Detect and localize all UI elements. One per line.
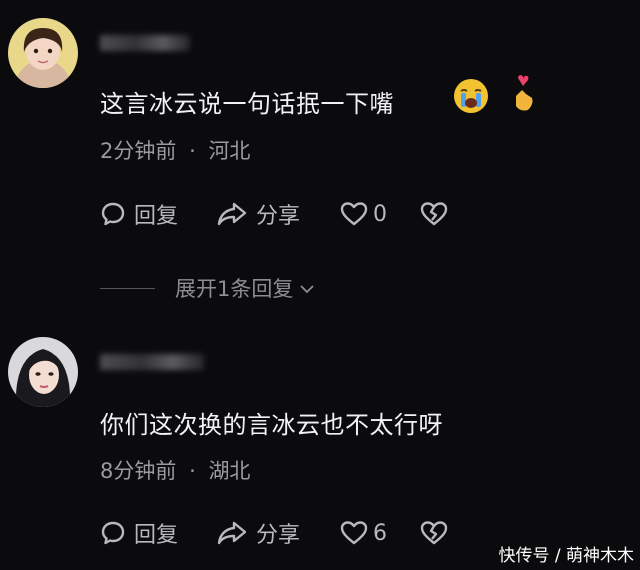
share-arrow-icon	[216, 520, 248, 546]
share-button[interactable]: 分享	[216, 518, 300, 548]
share-label: 分享	[256, 523, 301, 548]
comment-time: 2分钟前	[100, 139, 177, 163]
share-button[interactable]: 分享	[216, 199, 300, 229]
avatar[interactable]	[8, 18, 78, 88]
chevron-down-icon	[299, 276, 315, 300]
action-bar: 回复 分享 6	[100, 518, 500, 548]
heart-icon	[340, 201, 368, 227]
meta-separator: ·	[189, 459, 196, 483]
expand-replies-label: 展开1条回复	[175, 277, 294, 301]
action-bar: 回复 分享 0	[100, 199, 500, 229]
meta-separator: ·	[189, 139, 196, 163]
dislike-button[interactable]	[420, 199, 448, 229]
comment-meta: 8分钟前 · 湖北	[100, 455, 250, 485]
reply-button[interactable]: 回复	[100, 518, 178, 548]
comment-text: 你们这次换的言冰云也不太行呀	[100, 411, 443, 439]
comment-text: 这言冰云说一句话抿一下嘴	[100, 90, 394, 118]
comment-bubble-icon	[100, 201, 126, 227]
divider-line	[100, 287, 155, 289]
reply-label: 回复	[134, 523, 179, 548]
username-redacted	[100, 354, 204, 370]
finger-heart-emoji	[510, 74, 538, 118]
broken-heart-icon	[420, 201, 448, 227]
heart-icon	[340, 520, 368, 546]
reply-label: 回复	[134, 204, 179, 229]
share-arrow-icon	[216, 201, 248, 227]
comment-2: 你们这次换的言冰云也不太行呀 8分钟前 · 湖北 回复 分享 6	[0, 320, 640, 570]
reply-button[interactable]: 回复	[100, 199, 178, 229]
broken-heart-icon	[420, 520, 448, 546]
like-button[interactable]: 0	[340, 199, 387, 229]
like-button[interactable]: 6	[340, 518, 387, 548]
comment-meta: 2分钟前 · 河北	[100, 135, 250, 165]
like-count: 0	[373, 201, 387, 227]
expand-replies-button[interactable]: 展开1条回复	[100, 273, 315, 303]
comment-location: 河北	[208, 139, 251, 163]
like-count: 6	[373, 520, 387, 546]
crying-face-emoji	[452, 77, 490, 119]
comment-location: 湖北	[208, 459, 251, 483]
username-redacted	[100, 35, 190, 51]
share-label: 分享	[256, 204, 301, 229]
comment-1: 这言冰云说一句话抿一下嘴 2分钟前 · 河北 回复 分享 0	[0, 0, 640, 260]
comment-bubble-icon	[100, 520, 126, 546]
dislike-button[interactable]	[420, 518, 448, 548]
avatar[interactable]	[8, 337, 78, 407]
comment-time: 8分钟前	[100, 459, 177, 483]
watermark: 快传号 / 萌神木木	[498, 546, 634, 566]
